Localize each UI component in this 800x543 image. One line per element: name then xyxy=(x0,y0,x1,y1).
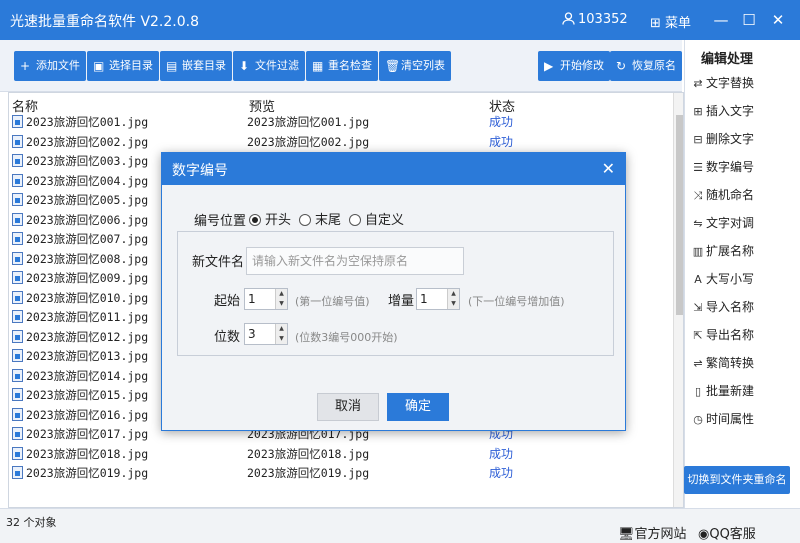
confirm-button[interactable]: 确定 xyxy=(387,393,449,421)
radio-start[interactable]: 开头 xyxy=(249,209,291,228)
spin-arrows-icon[interactable]: ▲ ▼ xyxy=(275,324,287,344)
digits-value: 3 xyxy=(248,327,256,341)
radio-end[interactable]: 末尾 xyxy=(299,209,341,228)
digits-label: 位数 xyxy=(214,330,241,345)
spin-arrows-icon[interactable]: ▲ ▼ xyxy=(447,289,459,309)
start-value: 1 xyxy=(248,292,256,306)
start-label: 起始 xyxy=(214,294,241,309)
radio-icon xyxy=(349,214,361,226)
radio-selected-icon xyxy=(249,214,261,226)
position-label: 编号位置 xyxy=(194,214,247,229)
step-stepper[interactable]: 1 ▲ ▼ xyxy=(416,288,460,310)
new-name-label: 新文件名 xyxy=(192,255,245,270)
step-value: 1 xyxy=(420,292,428,306)
radio-end-label: 末尾 xyxy=(315,213,342,228)
radio-start-label: 开头 xyxy=(265,213,292,228)
step-hint: (下一位编号增加值) xyxy=(468,295,565,308)
radio-custom-label: 自定义 xyxy=(365,213,405,228)
digits-hint: (位数3编号000开始) xyxy=(295,331,398,344)
new-name-input[interactable]: 请输入新文件名为空保持原名 xyxy=(246,247,464,275)
step-label: 增量 xyxy=(388,294,415,309)
digits-stepper[interactable]: 3 ▲ ▼ xyxy=(244,323,288,345)
radio-icon xyxy=(299,214,311,226)
dialog-close-button[interactable]: ✕ xyxy=(602,159,615,178)
radio-custom[interactable]: 自定义 xyxy=(349,209,404,228)
dialog-title-bar: 数字编号 ✕ xyxy=(162,153,625,185)
number-dialog: 数字编号 ✕ 编号位置 开头 末尾 自定义 新文件名 请输入新文件名为空保持原名… xyxy=(161,152,626,431)
start-hint: (第一位编号值) xyxy=(295,295,370,308)
dialog-title: 数字编号 xyxy=(172,163,228,179)
spin-arrows-icon[interactable]: ▲ ▼ xyxy=(275,289,287,309)
start-stepper[interactable]: 1 ▲ ▼ xyxy=(244,288,288,310)
modal-overlay: 数字编号 ✕ 编号位置 开头 末尾 自定义 新文件名 请输入新文件名为空保持原名… xyxy=(0,0,800,543)
cancel-button[interactable]: 取消 xyxy=(317,393,379,421)
